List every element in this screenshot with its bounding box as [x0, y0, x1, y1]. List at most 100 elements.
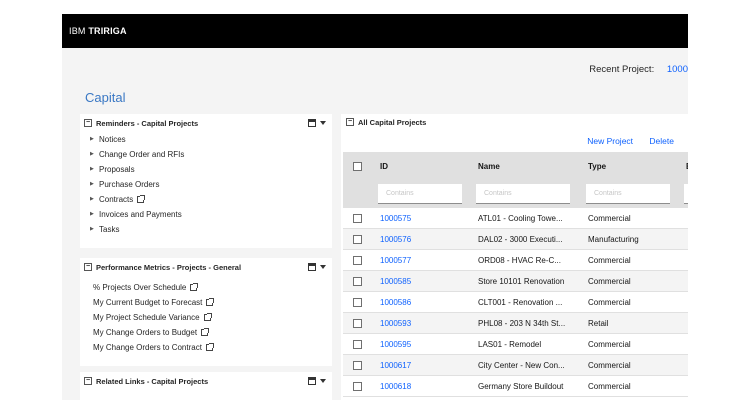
project-name-cell: ORD08 - HVAC Re-C...	[478, 256, 561, 265]
filter-id-input[interactable]: Contains	[378, 184, 462, 204]
metric-link-label: My Change Orders to Budget	[93, 328, 198, 337]
row-checkbox[interactable]	[353, 214, 362, 223]
chevron-down-icon[interactable]	[320, 379, 326, 383]
external-link-icon[interactable]	[190, 283, 199, 291]
brand-name: TRIRIGA	[88, 26, 127, 36]
table-row[interactable]: 1000595 LAS01 - Remodel Commercial	[343, 334, 688, 355]
row-checkbox[interactable]	[353, 235, 362, 244]
project-id-link[interactable]: 1000585	[380, 277, 470, 286]
row-checkbox[interactable]	[353, 277, 362, 286]
app-logo[interactable]: IBM TRIRIGA	[69, 26, 127, 36]
table-row[interactable]: 1000585 Store 10101 Renovation Commercial	[343, 271, 688, 292]
external-link-icon[interactable]	[203, 313, 212, 321]
maximize-icon[interactable]	[308, 119, 316, 127]
table-header-row: ID Name Type E	[343, 152, 688, 180]
external-link-icon[interactable]	[205, 343, 214, 351]
metrics-list: % Projects Over Schedule My Current Budge…	[80, 276, 332, 355]
column-header-name[interactable]: Name	[478, 162, 580, 171]
external-link-icon[interactable]	[137, 195, 146, 203]
reminder-item[interactable]: ▶ Invoices and Payments	[90, 207, 332, 222]
project-id-link[interactable]: 1000576	[380, 235, 470, 244]
chevron-right-icon[interactable]: ▶	[90, 177, 99, 192]
project-type-cell: Commercial	[588, 277, 631, 286]
delete-button[interactable]: Delete	[649, 136, 674, 146]
page-title: Capital	[85, 90, 126, 105]
metric-link[interactable]: My Project Schedule Variance	[93, 310, 332, 325]
project-id-link[interactable]: 1000586	[380, 298, 470, 307]
recent-project-link[interactable]: 1000	[667, 64, 688, 75]
reminders-list: ▶ Notices ▶ Change Order and RFIs ▶ Proposals…	[80, 132, 332, 237]
metric-link[interactable]: My Change Orders to Contract	[93, 340, 332, 355]
table-row[interactable]: 1000617 City Center - New Con... Commercia…	[343, 355, 688, 376]
maximize-icon[interactable]	[308, 263, 316, 271]
metric-link[interactable]: My Current Budget to Forecast	[93, 295, 332, 310]
grid-title: All Capital Projects	[358, 118, 427, 127]
project-name-cell: CLT001 - Renovation ...	[478, 298, 563, 307]
collapse-icon[interactable]: −	[84, 263, 92, 271]
project-id-link[interactable]: 1000577	[380, 256, 470, 265]
row-checkbox[interactable]	[353, 256, 362, 265]
select-all-checkbox[interactable]	[353, 162, 362, 171]
chevron-right-icon[interactable]: ▶	[90, 147, 99, 162]
project-type-cell: Commercial	[588, 214, 631, 223]
table-row[interactable]: 1000576 DAL02 - 3000 Executi... Manufactur…	[343, 229, 688, 250]
metric-link[interactable]: My Change Orders to Budget	[93, 325, 332, 340]
chevron-right-icon[interactable]: ▶	[90, 132, 99, 147]
row-checkbox[interactable]	[353, 340, 362, 349]
collapse-icon[interactable]: −	[84, 119, 92, 127]
filter-type-input[interactable]: Contains	[586, 184, 670, 204]
metric-link[interactable]: % Projects Over Schedule	[93, 280, 332, 295]
column-header-extra[interactable]: E	[686, 162, 688, 171]
metric-link-label: My Current Budget to Forecast	[93, 298, 203, 307]
row-checkbox[interactable]	[353, 361, 362, 370]
collapse-icon[interactable]: −	[84, 377, 92, 385]
row-checkbox[interactable]	[353, 298, 362, 307]
table-row[interactable]: 1000618 Germany Store Buildout Commercial	[343, 376, 688, 397]
chevron-down-icon[interactable]	[320, 121, 326, 125]
column-header-id[interactable]: ID	[380, 162, 470, 171]
table-row[interactable]: 1000577 ORD08 - HVAC Re-C... Commercial	[343, 250, 688, 271]
table-body: 1000575 ATL01 - Cooling Towe... Commercial…	[343, 208, 688, 397]
project-id-link[interactable]: 1000575	[380, 214, 470, 223]
table-row[interactable]: 1000586 CLT001 - Renovation ... Commercial	[343, 292, 688, 313]
table-row[interactable]: 1000593 PHL08 - 203 N 34th St... Retail	[343, 313, 688, 334]
row-checkbox[interactable]	[353, 382, 362, 391]
reminder-item[interactable]: ▶ Change Order and RFIs	[90, 147, 332, 162]
recent-project: Recent Project: 1000	[589, 64, 688, 75]
new-project-button[interactable]: New Project	[587, 136, 633, 146]
metric-link-label: My Change Orders to Contract	[93, 343, 202, 352]
project-id-link[interactable]: 1000595	[380, 340, 470, 349]
grid-actions: New Project Delete	[587, 136, 688, 146]
external-link-icon[interactable]	[206, 298, 215, 306]
chevron-down-icon[interactable]	[320, 265, 326, 269]
chevron-right-icon[interactable]: ▶	[90, 207, 99, 222]
reminder-item[interactable]: ▶ Tasks	[90, 222, 332, 237]
chevron-right-icon[interactable]: ▶	[90, 192, 99, 207]
collapse-icon[interactable]: −	[346, 118, 354, 126]
project-id-link[interactable]: 1000593	[380, 319, 470, 328]
chevron-right-icon[interactable]: ▶	[90, 222, 99, 237]
table-row[interactable]: 1000575 ATL01 - Cooling Towe... Commercial	[343, 208, 688, 229]
reminder-item-label: Change Order and RFIs	[99, 150, 185, 159]
maximize-icon[interactable]	[308, 377, 316, 385]
project-type-cell: Commercial	[588, 256, 631, 265]
filter-extra-input[interactable]	[684, 184, 688, 204]
project-id-link[interactable]: 1000618	[380, 382, 470, 391]
reminder-item[interactable]: ▶ Proposals	[90, 162, 332, 177]
project-name-cell: PHL08 - 203 N 34th St...	[478, 319, 566, 328]
chevron-right-icon[interactable]: ▶	[90, 162, 99, 177]
filter-name-input[interactable]: Contains	[476, 184, 570, 204]
external-link-icon[interactable]	[201, 328, 210, 336]
row-checkbox[interactable]	[353, 319, 362, 328]
reminder-item[interactable]: ▶ Purchase Orders	[90, 177, 332, 192]
project-id-link[interactable]: 1000617	[380, 361, 470, 370]
related-panel-header: − Related Links - Capital Projects	[80, 372, 332, 390]
project-type-cell: Commercial	[588, 382, 631, 391]
metrics-panel: − Performance Metrics - Projects - Gener…	[80, 258, 332, 366]
reminder-item-label: Contracts	[99, 195, 134, 204]
reminder-item[interactable]: ▶ Notices	[90, 132, 332, 147]
grid-header: − All Capital Projects	[341, 114, 688, 130]
column-header-type[interactable]: Type	[588, 162, 678, 171]
reminder-item[interactable]: ▶ Contracts	[90, 192, 332, 207]
projects-table: ID Name Type E Contains Contains Contain…	[343, 152, 688, 397]
